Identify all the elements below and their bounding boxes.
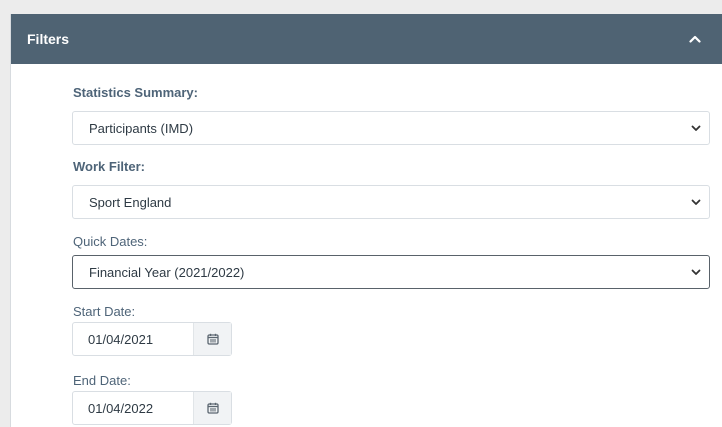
statistics-summary-label: Statistics Summary:	[73, 85, 198, 100]
calendar-icon[interactable]	[193, 392, 231, 424]
work-filter-label: Work Filter:	[73, 159, 145, 174]
quick-dates-value: Financial Year (2021/2022)	[89, 264, 245, 280]
chevron-up-icon[interactable]	[686, 30, 704, 48]
chevron-down-icon	[691, 269, 701, 275]
filters-header[interactable]: Filters	[11, 14, 722, 64]
quick-dates-select[interactable]: Financial Year (2021/2022)	[72, 255, 710, 289]
work-filter-select[interactable]: Sport England	[72, 185, 710, 219]
start-date-group	[72, 322, 232, 356]
chevron-down-icon	[691, 125, 701, 131]
calendar-icon[interactable]	[193, 323, 231, 355]
statistics-summary-value: Participants (IMD)	[89, 120, 194, 136]
end-date-input[interactable]	[73, 392, 193, 424]
filters-title: Filters	[27, 31, 70, 47]
filters-panel: Filters Statistics Summary: Participants…	[10, 14, 722, 427]
end-date-group	[72, 391, 232, 425]
quick-dates-label: Quick Dates:	[73, 234, 148, 249]
statistics-summary-select[interactable]: Participants (IMD)	[72, 111, 710, 145]
start-date-input[interactable]	[73, 323, 193, 355]
start-date-label: Start Date:	[73, 304, 136, 319]
work-filter-value: Sport England	[89, 194, 172, 210]
chevron-down-icon	[691, 199, 701, 205]
end-date-label: End Date:	[73, 373, 131, 388]
